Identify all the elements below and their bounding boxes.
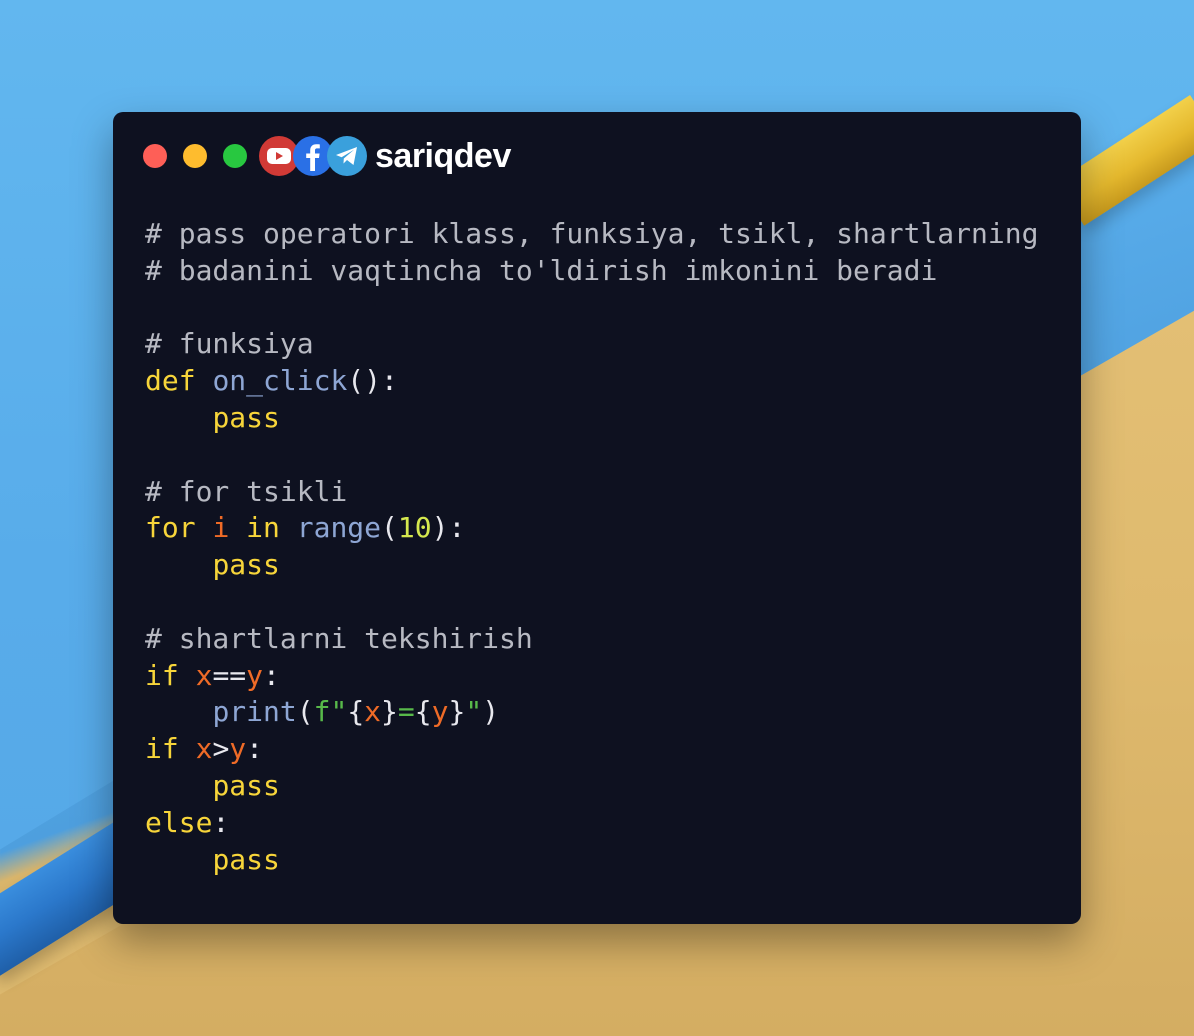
code-line: # shartlarni tekshirish (145, 621, 1038, 658)
code-line: pass (145, 768, 1038, 805)
code-token-punctuation: { (347, 695, 365, 729)
code-token-keyword: pass (212, 548, 280, 582)
code-token-string: = (397, 695, 415, 729)
code-token-variable: i (212, 511, 230, 545)
code-token-comment: # pass operatori klass, funksiya, tsikl,… (145, 217, 1039, 250)
code-line: # for tsikli (145, 474, 1038, 511)
code-token-variable: y (229, 732, 247, 766)
code-token-comment: # funksiya (145, 327, 314, 361)
code-line: for i in range(10): (145, 510, 1038, 547)
code-token-comment: # for tsikli (145, 474, 348, 508)
code-token-punctuation (229, 511, 246, 544)
code-line: # funksiya (145, 326, 1038, 363)
code-line: print(f"{x}={y}") (145, 694, 1038, 731)
code-token-number: 10 (397, 511, 432, 545)
code-token-keyword: else (145, 805, 213, 839)
code-token-keyword: pass (212, 768, 280, 802)
code-token-punctuation: : (263, 658, 280, 692)
code-token-variable: y (246, 658, 264, 692)
code-token-punctuation: : (246, 732, 264, 766)
code-token-variable: x (195, 658, 213, 692)
code-window: sariqdev # pass operatori klass, funksiy… (113, 112, 1081, 924)
code-token-punctuation (196, 364, 213, 397)
code-line: def on_click(): (145, 363, 1038, 400)
code-token-function: range (296, 511, 382, 545)
code-token-string: f" (313, 695, 348, 729)
maximize-dot[interactable] (223, 144, 247, 168)
code-block: # pass operatori klass, funksiya, tsikl,… (145, 216, 1038, 878)
code-token-punctuation: } (381, 695, 398, 729)
code-line: # pass operatori klass, funksiya, tsikl,… (145, 216, 1038, 253)
code-token-keyword: if (145, 732, 179, 766)
code-line: pass (145, 842, 1038, 879)
code-line: pass (145, 400, 1038, 437)
code-token-punctuation (196, 511, 213, 544)
code-token-variable: x (195, 732, 213, 766)
code-token-punctuation: ): (431, 511, 466, 545)
code-token-punctuation (145, 401, 212, 434)
code-token-keyword: pass (212, 400, 280, 434)
code-token-keyword: for (145, 511, 196, 545)
code-token-keyword: in (246, 511, 280, 545)
code-line: # badanini vaqtincha to'ldirish imkonini… (145, 253, 1038, 290)
minimize-dot[interactable] (183, 144, 207, 168)
code-token-punctuation: ) (482, 695, 500, 729)
code-token-punctuation: (): (347, 364, 398, 398)
social-icons (259, 136, 367, 176)
code-line: else: (145, 805, 1038, 842)
code-token-variable: y (431, 695, 449, 729)
code-token-function: print (212, 695, 297, 729)
code-token-string: " (465, 695, 483, 729)
code-token-punctuation (145, 843, 212, 876)
code-token-punctuation (145, 769, 212, 802)
code-token-punctuation (179, 732, 196, 765)
close-dot[interactable] (143, 144, 167, 168)
code-token-keyword: def (145, 364, 196, 398)
brand-name: sariqdev (375, 136, 511, 175)
code-line: if x==y: (145, 658, 1038, 695)
window-titlebar: sariqdev (143, 134, 511, 178)
code-token-punctuation: { (414, 695, 432, 729)
code-token-punctuation (145, 695, 212, 728)
code-token-punctuation (145, 548, 212, 581)
code-token-keyword: pass (212, 842, 280, 876)
telegram-icon (327, 136, 367, 176)
code-line: if x>y: (145, 731, 1038, 768)
code-token-function: on_click (212, 364, 348, 398)
code-token-punctuation: ( (381, 511, 398, 545)
code-token-punctuation (179, 659, 196, 692)
code-token-comment: # shartlarni tekshirish (145, 621, 533, 655)
code-token-variable: x (364, 695, 382, 729)
code-token-keyword: if (145, 658, 179, 692)
code-token-punctuation: > (212, 732, 230, 766)
code-line: pass (145, 547, 1038, 584)
code-token-comment: # badanini vaqtincha to'ldirish imkonini… (145, 253, 938, 287)
code-token-punctuation: : (212, 805, 230, 839)
code-token-punctuation: == (212, 658, 247, 692)
code-token-punctuation (280, 511, 297, 544)
code-token-punctuation: } (448, 695, 466, 729)
code-token-punctuation: ( (296, 695, 314, 729)
